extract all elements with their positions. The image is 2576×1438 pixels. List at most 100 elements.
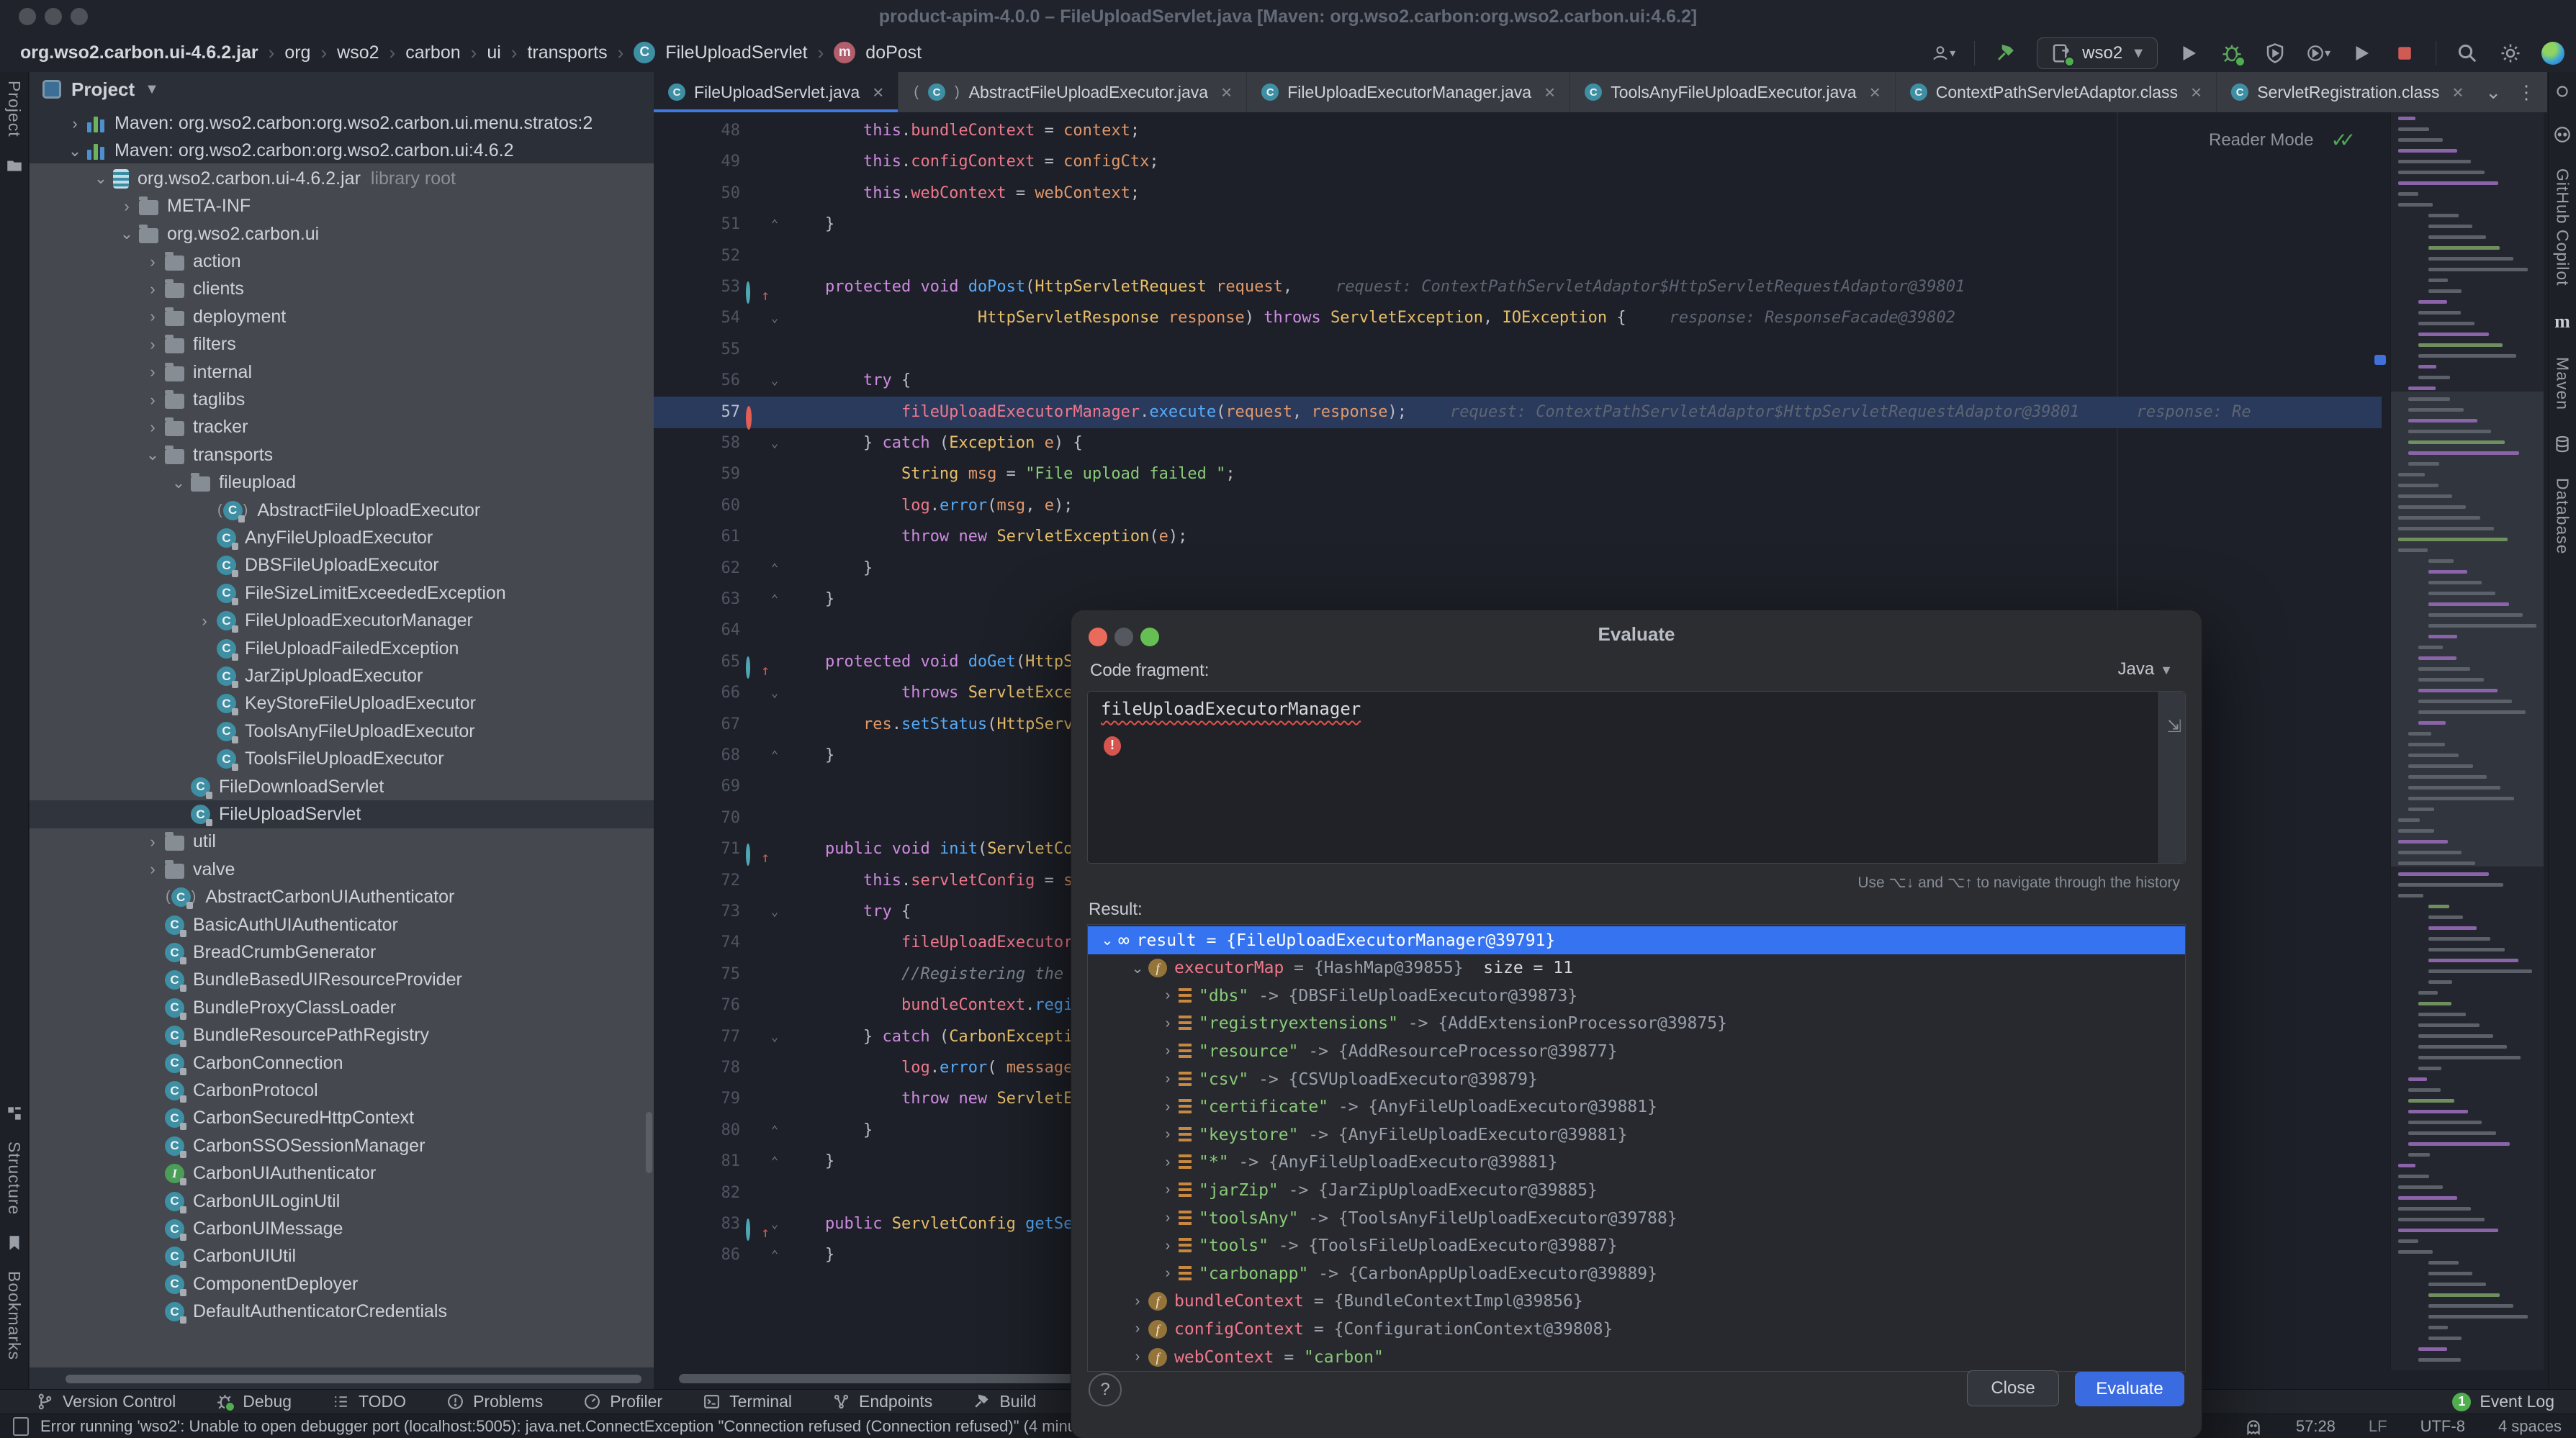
bookmarks-icon[interactable] <box>5 1234 24 1252</box>
sidebar-tab-bookmarks[interactable]: Bookmarks <box>4 1271 24 1360</box>
inspector-icon[interactable] <box>2244 1417 2263 1436</box>
tree-chevron-icon[interactable]: › <box>140 391 165 410</box>
run-button[interactable] <box>2176 41 2201 65</box>
result-chevron-icon[interactable]: › <box>1157 1210 1179 1226</box>
editor-tab[interactable]: CFileUploadExecutorManager.java× <box>1247 72 1570 112</box>
tree-row[interactable]: CFileDownloadServlet <box>30 773 654 801</box>
project-scrollbar-horizontal[interactable] <box>66 1375 641 1383</box>
fold-marker-icon[interactable]: ⌃ <box>766 740 783 772</box>
project-view-title[interactable]: Project <box>71 78 135 101</box>
result-row[interactable]: ›"keystore" -> {AnyFileUploadExecutor@39… <box>1088 1121 2185 1149</box>
tree-chevron-icon[interactable]: ⌄ <box>63 142 87 160</box>
tree-row[interactable]: ›filters <box>30 330 654 358</box>
tree-row[interactable]: ›clients <box>30 275 654 303</box>
result-chevron-icon[interactable]: › <box>1127 1349 1148 1365</box>
fold-marker-icon[interactable]: ⌄ <box>766 1208 783 1240</box>
editor-tab[interactable]: CToolsAnyFileUploadExecutor.java× <box>1570 72 1896 112</box>
tree-row[interactable]: ›util <box>30 828 654 856</box>
close-tab-icon[interactable]: × <box>1544 81 1555 104</box>
project-scrollbar-vertical[interactable] <box>646 1112 652 1173</box>
tree-row[interactable]: ›tracker <box>30 413 654 441</box>
override-marker-icon[interactable] <box>746 277 767 299</box>
result-row[interactable]: ›"csv" -> {CSVUploadExecutor@39879} <box>1088 1065 2185 1093</box>
collapse-icon[interactable]: ⇲ <box>2167 716 2181 737</box>
tree-row[interactable]: CFileSizeLimitExceededException <box>30 579 654 607</box>
tree-chevron-icon[interactable]: › <box>140 253 165 271</box>
tree-chevron-icon[interactable]: › <box>192 612 217 630</box>
tree-chevron-icon[interactable]: › <box>140 363 165 381</box>
toolwindow-button-endpoints[interactable]: Endpoints <box>832 1392 932 1411</box>
result-row[interactable]: ›"dbs" -> {DBSFileUploadExecutor@39873} <box>1088 982 2185 1010</box>
ide-avatar-icon[interactable] <box>2541 42 2564 65</box>
settings-button[interactable] <box>2498 41 2523 65</box>
structure-icon[interactable] <box>5 1104 24 1123</box>
code-fragment-input[interactable]: fileUploadExecutorManager ! ⇲ <box>1087 691 2186 864</box>
result-row[interactable]: ›"registryextensions" -> {AddExtensionPr… <box>1088 1010 2185 1038</box>
tree-row[interactable]: ›deployment <box>30 303 654 331</box>
help-button[interactable]: ? <box>1089 1373 1122 1406</box>
result-row[interactable]: ›"toolsAny" -> {ToolsAnyFileUploadExecut… <box>1088 1204 2185 1232</box>
coverage-button[interactable]: ▾ <box>2306 41 2330 65</box>
chevron-down-icon[interactable]: ▼ <box>145 81 159 98</box>
status-file-encoding[interactable]: UTF-8 <box>2420 1417 2465 1436</box>
tree-row[interactable]: ›META-INF <box>30 192 654 220</box>
fold-marker-icon[interactable]: ⌄ <box>766 302 783 334</box>
folder-tool-icon[interactable] <box>5 156 24 175</box>
sidebar-tab-project[interactable]: Project <box>4 81 24 137</box>
tree-row[interactable]: CAnyFileUploadExecutor <box>30 524 654 552</box>
result-chevron-icon[interactable]: › <box>1157 1071 1179 1087</box>
reader-mode-widget[interactable]: Reader Mode ✓✓ <box>2209 128 2356 152</box>
sidebar-tab-maven[interactable]: Maven <box>2553 357 2572 410</box>
result-chevron-icon[interactable]: › <box>1157 1238 1179 1254</box>
close-tab-icon[interactable]: × <box>1221 81 1232 104</box>
tree-row[interactable]: CCarbonUIMessage <box>30 1215 654 1243</box>
tree-row[interactable]: ›Maven: org.wso2.carbon:org.wso2.carbon.… <box>30 109 654 137</box>
fold-marker-icon[interactable]: ⌄ <box>766 1021 783 1053</box>
override-marker-icon[interactable] <box>746 839 767 861</box>
debug-button[interactable] <box>2220 41 2244 65</box>
language-selector[interactable]: Java▼ <box>2117 659 2173 679</box>
tree-row[interactable]: ⌄Maven: org.wso2.carbon:org.wso2.carbon.… <box>30 137 654 165</box>
result-row[interactable]: ⌄fexecutorMap = {HashMap@39855} size = 1… <box>1088 954 2185 982</box>
override-marker-icon[interactable] <box>746 1214 767 1236</box>
close-tab-icon[interactable]: × <box>1870 81 1881 104</box>
result-row[interactable]: ›"resource" -> {AddResourceProcessor@398… <box>1088 1037 2185 1065</box>
tree-row[interactable]: ›valve <box>30 856 654 884</box>
breadcrumb-method[interactable]: doPost <box>865 42 922 63</box>
breadcrumb-item[interactable]: carbon <box>405 42 460 63</box>
fragment-text[interactable]: fileUploadExecutorManager <box>1101 699 1361 719</box>
toolwindow-button-terminal[interactable]: Terminal <box>703 1392 792 1411</box>
breakpoint-icon[interactable] <box>746 402 767 424</box>
database-icon[interactable] <box>2553 435 2572 453</box>
minimize-window-icon[interactable] <box>45 8 62 25</box>
editor-tab[interactable]: CServletRegistration.class× <box>2217 72 2478 112</box>
tree-row[interactable]: ›internal <box>30 358 654 386</box>
stop-button[interactable] <box>2392 41 2417 65</box>
result-chevron-icon[interactable]: › <box>1157 1126 1179 1143</box>
close-tab-icon[interactable]: × <box>873 81 883 104</box>
kebab-menu-icon[interactable]: ⋮ <box>2517 81 2536 104</box>
status-message[interactable]: Error running 'wso2': Unable to open deb… <box>40 1417 1133 1436</box>
profiler-button[interactable] <box>2263 41 2287 65</box>
status-line-separator[interactable]: LF <box>2369 1417 2387 1436</box>
fold-marker-icon[interactable]: ⌃ <box>766 1115 783 1147</box>
tree-row[interactable]: ⌄transports <box>30 441 654 469</box>
chevron-down-icon[interactable]: ⌄ <box>2485 81 2501 104</box>
result-row[interactable]: ›"tools" -> {ToolsFileUploadExecutor@398… <box>1088 1232 2185 1260</box>
tree-chevron-icon[interactable]: › <box>140 280 165 299</box>
status-caret-position[interactable]: 57:28 <box>2296 1417 2336 1436</box>
tree-row[interactable]: CToolsFileUploadExecutor <box>30 745 654 773</box>
tree-chevron-icon[interactable]: ⌄ <box>114 225 139 243</box>
tree-row[interactable]: CBundleBasedUIResourceProvider <box>30 966 654 994</box>
evaluate-button[interactable]: Evaluate <box>2075 1372 2184 1406</box>
result-chevron-icon[interactable]: › <box>1127 1293 1148 1310</box>
fold-marker-icon[interactable]: ⌄ <box>766 677 783 709</box>
notifications-icon[interactable] <box>2553 82 2572 101</box>
editor-tab[interactable]: CContextPathServletAdaptor.class× <box>1896 72 2217 112</box>
fold-marker-icon[interactable]: ⌄ <box>766 365 783 397</box>
result-chevron-icon[interactable]: › <box>1157 1099 1179 1116</box>
override-marker-icon[interactable] <box>746 652 767 674</box>
result-row[interactable]: ›fconfigContext = {ConfigurationContext@… <box>1088 1315 2185 1343</box>
result-chevron-icon[interactable]: › <box>1157 1043 1179 1059</box>
tree-chevron-icon[interactable]: ⌄ <box>166 474 191 492</box>
